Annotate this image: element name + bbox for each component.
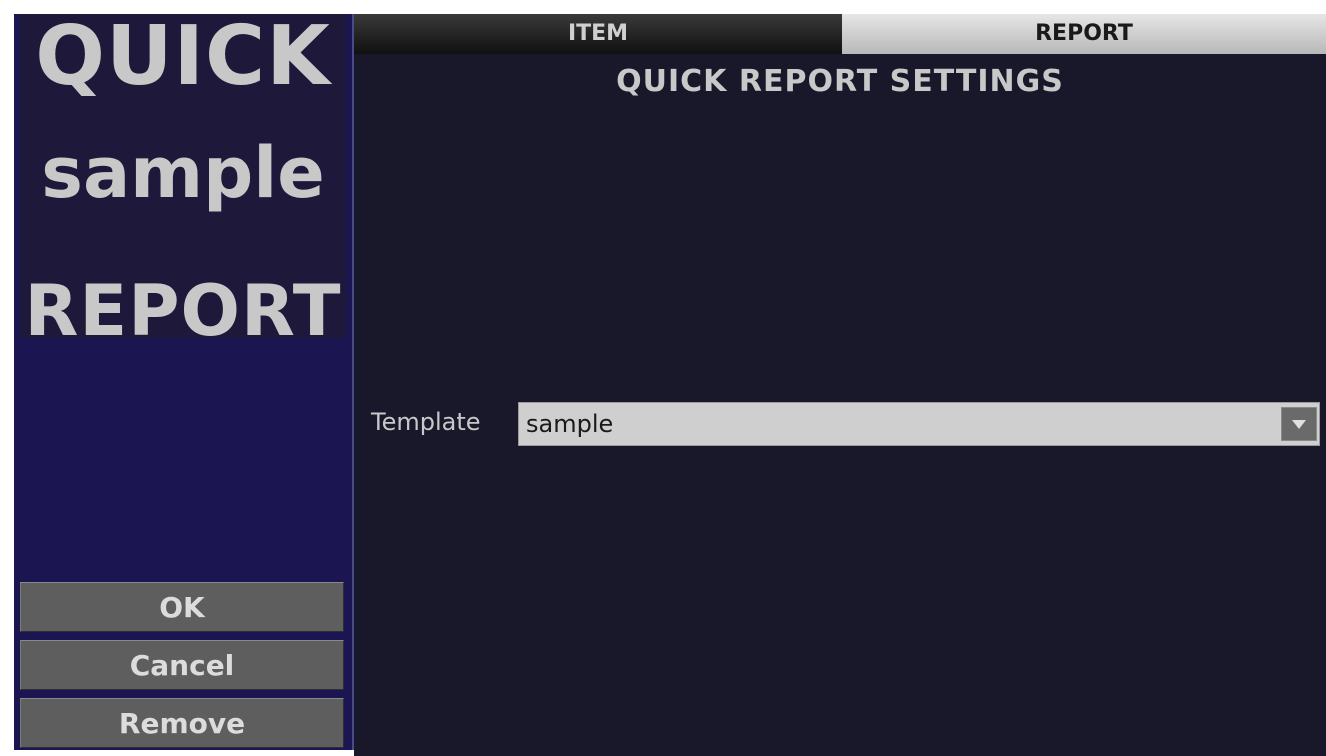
page-title: QUICK REPORT SETTINGS	[616, 64, 1064, 99]
template-select[interactable]: sample	[518, 402, 1320, 446]
ok-button[interactable]: OK	[20, 582, 344, 632]
template-select-value: sample	[526, 410, 614, 438]
chevron-down-icon	[1292, 420, 1306, 429]
dropdown-arrow-button[interactable]	[1281, 407, 1317, 441]
sidebar: QUICK sample REPORT OK Cancel Remove	[14, 14, 354, 750]
cancel-button[interactable]: Cancel	[20, 640, 344, 690]
main-panel: ITEM REPORT QUICK REPORT SETTINGS Templa…	[354, 14, 1326, 756]
quick-report-logo: QUICK sample REPORT	[20, 9, 346, 346]
logo-line-template-name: sample	[41, 132, 325, 214]
remove-button[interactable]: Remove	[20, 698, 344, 748]
tab-report[interactable]: REPORT	[842, 14, 1326, 54]
tab-bar: ITEM REPORT	[354, 14, 1326, 54]
tab-item[interactable]: ITEM	[354, 14, 842, 54]
logo-line-report: REPORT	[24, 270, 342, 352]
app-window: QUICK sample REPORT OK Cancel Remove ITE…	[0, 0, 1326, 756]
logo-line-quick: QUICK	[35, 9, 331, 104]
template-label: Template	[371, 408, 481, 436]
